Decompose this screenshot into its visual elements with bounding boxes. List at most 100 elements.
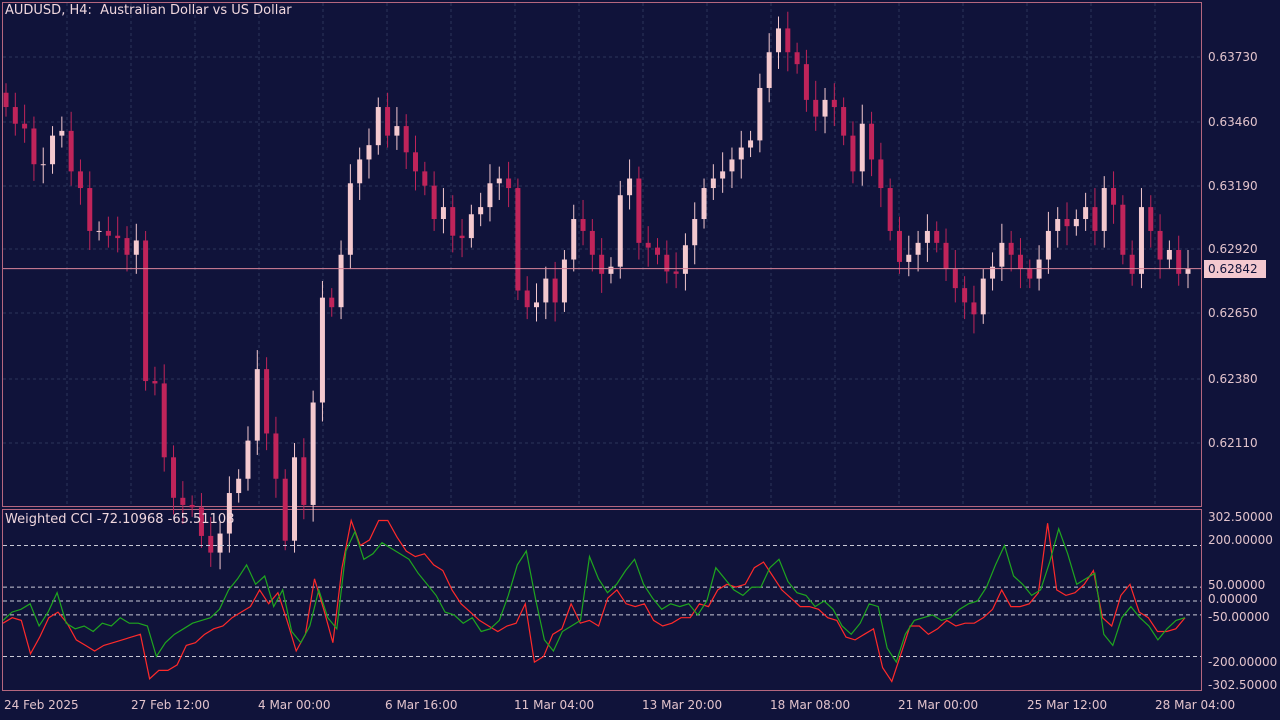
candle-body: [180, 497, 186, 505]
candle-body: [1101, 188, 1107, 231]
candle-body: [831, 99, 837, 108]
candle-body: [1185, 269, 1191, 274]
candle-body: [1111, 188, 1117, 205]
candle-body: [1129, 254, 1135, 274]
time-tick: 4 Mar 00:00: [258, 698, 331, 712]
candle-body: [105, 230, 111, 236]
candle-body: [1138, 207, 1144, 274]
indicator-tick: 0.00000: [1208, 592, 1258, 606]
candle-body: [254, 369, 260, 441]
candle-body: [729, 159, 735, 172]
candle-body: [450, 207, 456, 236]
time-tick: 25 Mar 12:00: [1027, 698, 1108, 712]
time-tick: 18 Mar 08:00: [770, 698, 851, 712]
time-tick: 13 Mar 20:00: [642, 698, 723, 712]
candle-body: [77, 171, 83, 189]
candle-body: [980, 278, 986, 315]
time-tick: 11 Mar 04:00: [514, 698, 595, 712]
candle-body: [68, 130, 74, 172]
price-tick: 0.62650: [1208, 306, 1258, 320]
candle-body: [50, 135, 56, 165]
candle-body: [673, 271, 679, 274]
candle-body: [394, 126, 400, 136]
candle-body: [878, 159, 884, 189]
candle-body: [794, 52, 800, 65]
indicator-title: Weighted CCI -72.10968 -65.51108: [5, 512, 235, 527]
candle-body: [236, 478, 242, 494]
time-tick: 21 Mar 00:00: [898, 698, 979, 712]
candle-body: [422, 171, 428, 186]
candle-body: [943, 242, 949, 270]
candle-body: [87, 188, 93, 231]
candle-body: [896, 230, 902, 262]
candle-body: [645, 242, 651, 248]
candle-body: [347, 183, 353, 255]
chart-title: AUDUSD, H4: Australian Dollar vs US Doll…: [5, 3, 292, 18]
candle-body: [1055, 219, 1061, 231]
candle-body: [440, 207, 446, 220]
candle-body: [459, 235, 465, 239]
candle-body: [40, 164, 46, 166]
candle-body: [273, 433, 279, 479]
candle-body: [375, 107, 381, 146]
candle-body: [161, 383, 167, 458]
price-tick: 0.63190: [1208, 179, 1258, 193]
price-tick: 0.62380: [1208, 372, 1258, 386]
candle-body: [1092, 207, 1098, 231]
indicator-tick: -200.00000: [1208, 655, 1278, 669]
candle-body: [720, 171, 726, 179]
candle-body: [869, 123, 875, 160]
time-tick: 27 Feb 12:00: [131, 698, 210, 712]
candle-body: [971, 302, 977, 315]
candle-body: [627, 178, 633, 196]
candle-body: [245, 440, 251, 479]
candle-body: [1157, 230, 1163, 260]
candle-body: [292, 457, 298, 541]
candle-body: [1166, 250, 1172, 260]
candle-body: [1064, 219, 1070, 227]
candle-body: [785, 28, 791, 53]
candle-body: [282, 478, 288, 541]
candle-body: [915, 242, 921, 255]
indicator-tick: 200.00000: [1208, 533, 1273, 547]
candle-body: [143, 240, 149, 382]
candle-body: [850, 135, 856, 172]
candle-body: [152, 381, 158, 384]
candle-body: [775, 28, 781, 53]
candle-body: [208, 535, 214, 553]
candle-body: [524, 290, 530, 308]
candle-body: [962, 288, 968, 303]
candle-body: [803, 64, 809, 100]
candle-body: [468, 214, 474, 239]
candle-body: [682, 245, 688, 274]
indicator-tick: 50.00000: [1208, 578, 1266, 592]
candle-body: [580, 219, 586, 231]
candle-body: [1045, 230, 1051, 260]
candle-body: [757, 87, 763, 141]
candle-body: [338, 254, 344, 308]
cci-series-line: [2, 526, 1186, 664]
candle-body: [543, 278, 549, 303]
candle-body: [1008, 242, 1014, 255]
candle-body: [608, 266, 614, 274]
candle-body: [999, 242, 1005, 267]
price-tick: 0.62110: [1208, 436, 1258, 450]
candle-body: [561, 259, 567, 303]
candle-body: [906, 254, 912, 262]
candle-body: [301, 457, 307, 505]
candle-body: [701, 188, 707, 220]
candle-body: [589, 230, 595, 255]
candle-body: [487, 183, 493, 208]
candle-body: [822, 99, 828, 117]
candle-body: [1120, 204, 1126, 255]
candle-body: [1027, 269, 1033, 279]
chart-canvas[interactable]: [0, 0, 1280, 720]
time-tick: 24 Feb 2025: [4, 698, 79, 712]
indicator-tick: 302.50000: [1208, 510, 1273, 524]
candle-body: [738, 147, 744, 160]
candle-body: [571, 219, 577, 260]
candle-body: [934, 230, 940, 243]
time-tick: 6 Mar 16:00: [385, 698, 458, 712]
candle-body: [96, 230, 102, 232]
candle-body: [496, 178, 502, 184]
